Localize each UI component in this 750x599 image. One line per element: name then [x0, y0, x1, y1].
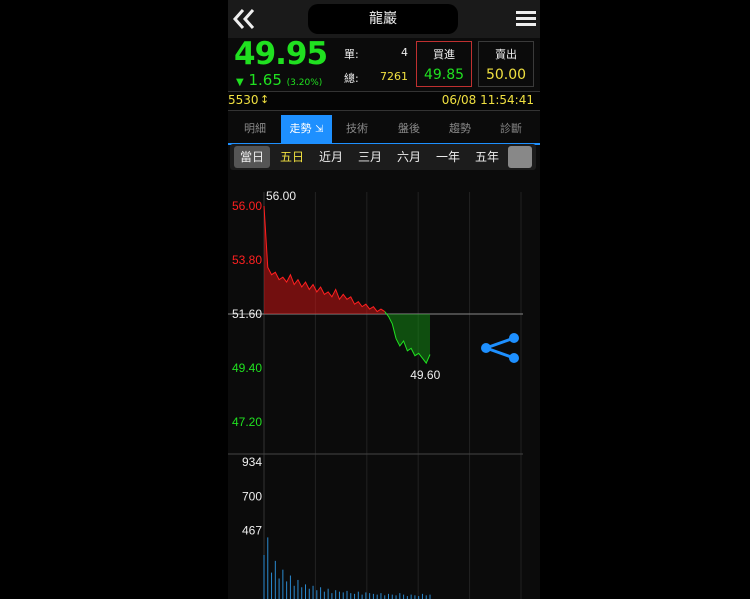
change-value: 1.65 — [248, 71, 282, 89]
intraday-chart: 56.00 53.80 51.60 49.40 47.20 56.00 49.60 934 70… — [228, 189, 523, 599]
range-6m[interactable]: 六月 — [391, 146, 427, 168]
tab-diagnosis[interactable]: 診斷 — [486, 115, 536, 143]
share-icon — [509, 353, 519, 363]
last-price: 49.95 — [234, 36, 328, 72]
tab-bar: 明細 走勢 ⇲ 技術 盤後 趨勢 診斷 — [228, 115, 540, 145]
low-label: 49.60 — [410, 368, 440, 382]
tab-detail[interactable]: 明細 — [230, 115, 280, 143]
quote-time: 06/08 11:54:41 — [441, 93, 534, 107]
stock-title: 龍巖 — [308, 4, 458, 34]
stock-code: 5530 — [228, 93, 259, 107]
updown-arrow-icon[interactable]: ↕ — [260, 93, 269, 106]
buy-label: 買進 — [433, 48, 455, 61]
share-icon — [509, 333, 519, 343]
double-chevron-left-icon[interactable] — [230, 4, 260, 34]
header-bar: 龍巖 — [228, 0, 540, 38]
range-5d[interactable]: 五日 — [274, 146, 310, 168]
price-tick-label: 49.40 — [232, 361, 262, 375]
price-tick-label: 56.00 — [232, 199, 262, 213]
high-label: 56.00 — [266, 189, 296, 203]
range-selector: 當日 五日 近月 三月 六月 一年 五年 — [230, 144, 536, 170]
tab-after-hours[interactable]: 盤後 — [384, 115, 434, 143]
price-change: ▼ 1.65 (3.20%) — [236, 71, 322, 89]
share-icon — [481, 343, 491, 353]
total-volume-value: 7261 — [380, 70, 408, 83]
buy-price: 49.85 — [423, 67, 465, 83]
range-1y[interactable]: 一年 — [430, 146, 466, 168]
volume-tick-label: 467 — [242, 524, 262, 538]
tab-trend[interactable]: 走勢 ⇲ — [281, 115, 332, 143]
hamburger-menu-icon[interactable] — [516, 8, 536, 28]
sell-button[interactable]: 賣出 50.00 — [478, 41, 534, 87]
single-volume-value: 4 — [401, 46, 408, 59]
range-1m[interactable]: 近月 — [313, 146, 349, 168]
tab-trend-label: 走勢 — [289, 122, 312, 135]
price-tick-label: 47.20 — [232, 415, 262, 429]
change-percent: (3.20%) — [286, 78, 323, 88]
volume-tick-label: 934 — [242, 455, 262, 469]
range-today[interactable]: 當日 — [234, 146, 270, 168]
single-volume-label: 單: — [344, 48, 359, 61]
screenshot-icon[interactable] — [508, 146, 532, 168]
range-5y[interactable]: 五年 — [469, 146, 505, 168]
sell-price: 50.00 — [485, 67, 527, 83]
tab-tendency[interactable]: 趨勢 — [435, 115, 485, 143]
quote-panel: 49.95 ▼ 1.65 (3.20%) 單: 4 總: 7261 買進 49.… — [228, 36, 540, 90]
total-volume-label: 總: — [344, 72, 359, 85]
down-area — [388, 314, 430, 364]
price-tick-label: 51.60 — [232, 307, 262, 321]
info-bar: 5530 ↕ 06/08 11:54:41 — [228, 91, 540, 111]
price-tick-label: 53.80 — [232, 253, 262, 267]
range-3m[interactable]: 三月 — [352, 146, 388, 168]
tab-technical[interactable]: 技術 — [332, 115, 382, 143]
buy-button[interactable]: 買進 49.85 — [416, 41, 472, 87]
collapse-arrows-icon: ⇲ — [315, 124, 324, 135]
sell-label: 賣出 — [495, 48, 517, 61]
down-arrow-icon: ▼ — [236, 77, 244, 88]
volume-tick-label: 700 — [242, 489, 262, 503]
stock-app: 龍巖 49.95 ▼ 1.65 (3.20%) 單: 4 總: 7261 買進 … — [228, 0, 540, 599]
